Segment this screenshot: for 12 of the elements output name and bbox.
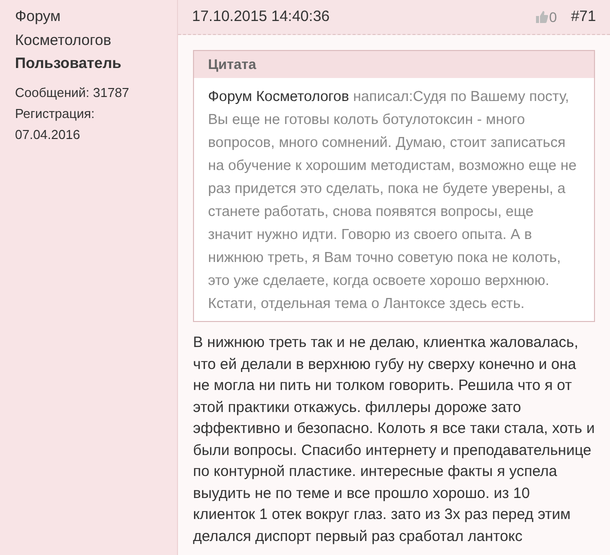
quote-text: Форум Косметологов написал:Судя по Вашему посту, Вы еще не готовы колоть ботулотоксин - много вопросов, много сомнений. Думаю, стоит записаться на обучение к хорошим методистам, возможно еще не раз придется это сделать, пока не будете уверены, а станете работать, снова появятся вопросы, еще значит нужно идти. Говорю из своего опыта. А в нижнюю треть, я Вам точно советую пока не колоть, это уже сделаете, когда освоете хорошо верхнюю. Кстати, отдельная тема о Лантоксе здесь есть. (207, 88, 578, 314)
thumbs-up-icon (536, 11, 548, 23)
quote-title: Цитата (194, 51, 594, 78)
registration-label: Регистрация: (15, 105, 96, 123)
post-date: 17.10.2015 14:40:36 (192, 6, 330, 27)
author-role: Пользователь (15, 54, 122, 74)
post-text: В нижнюю треть так и не делаю, клиентка жаловалась, что ей делали в верхнюю губу ну сверху конечно и она не могла ни пить ни толком говорить. Решила что я от этой практики откажусь. филлеры дороже зато эффективно и безопасно. Колоть я все таки стала, хоть и были вопросы. Спасибо интернету и преподавательнице по контурной пластике. интересные факты я успела выудить не по теме и все прошло хорошо. из 10 клиенток 1 отек вокруг глаз. зато из 3х раз перед этим делался диспорт первый раз сработал лантокс (193, 333, 595, 546)
post-number[interactable]: #71 (570, 6, 596, 28)
post-count: Сообщений: 31787 (15, 84, 130, 102)
author-link[interactable]: Форум Косметологов (208, 89, 350, 105)
author-name[interactable]: Форум Косметологов (15, 5, 135, 53)
registration-date: 07.04.2016 (15, 126, 82, 144)
